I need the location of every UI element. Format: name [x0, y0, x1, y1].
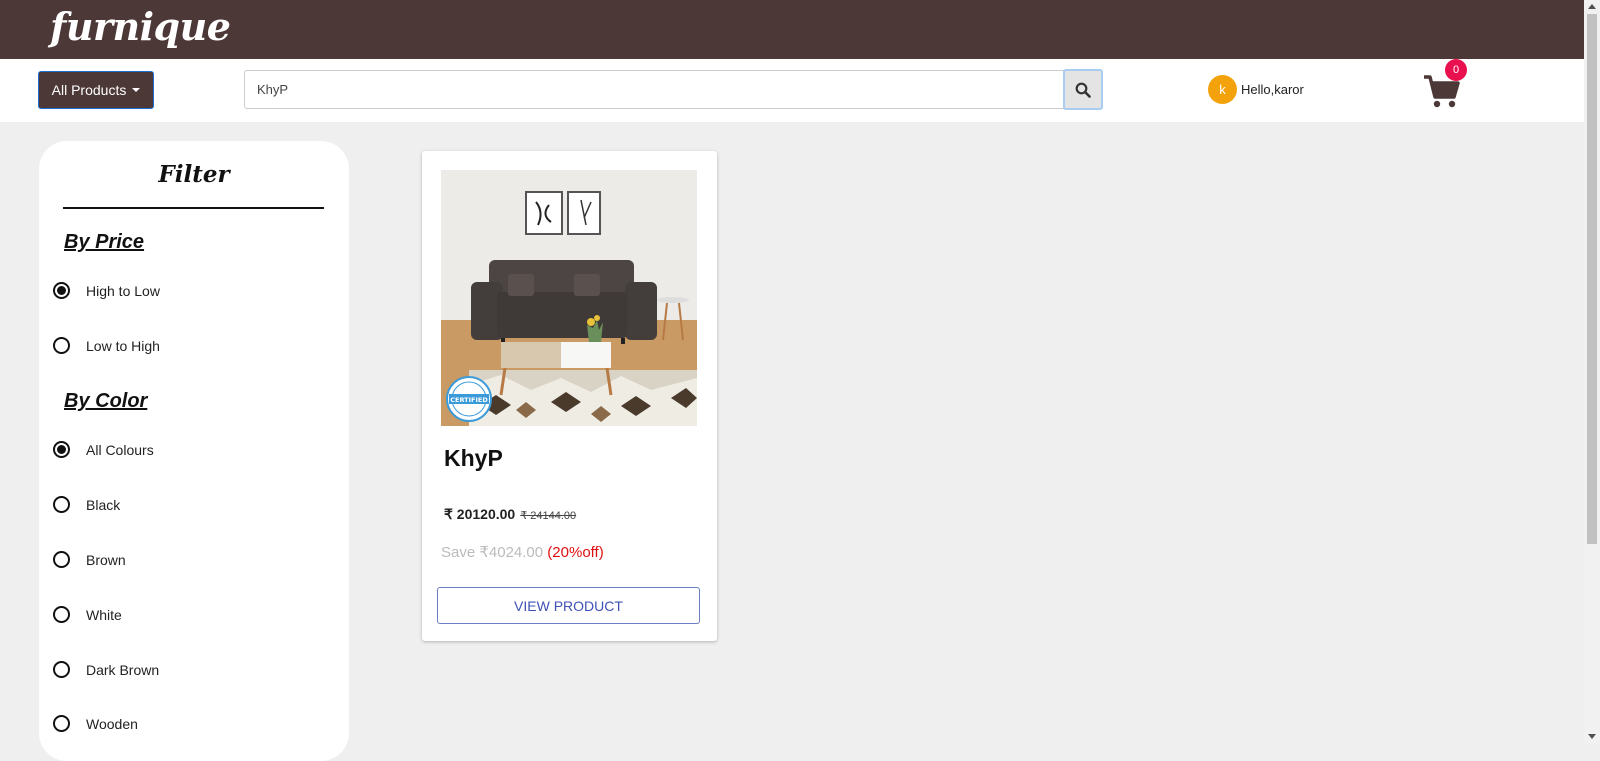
caret-down-icon	[132, 88, 141, 92]
brand-logo[interactable]: furnique	[50, 4, 231, 49]
divider	[63, 207, 324, 209]
all-products-label: All Products	[51, 82, 127, 98]
savings-amount: Save ₹4024.00	[441, 544, 544, 561]
filter-title: Filter	[158, 161, 230, 188]
discount-percent: (20%off)	[547, 544, 604, 561]
product-price: ₹ 20120.00	[444, 506, 516, 522]
radio-button[interactable]	[53, 661, 70, 678]
price-heading: By Price	[64, 231, 145, 253]
radio-label: Low to High	[86, 337, 160, 354]
price-row: ₹ 20120.00 ₹ 24144.00	[444, 506, 576, 523]
radio-button[interactable]	[53, 496, 70, 513]
color-option-all[interactable]: All Colours	[53, 441, 154, 458]
color-option-dark-brown[interactable]: Dark Brown	[53, 661, 159, 678]
cart-count-badge: 0	[1445, 59, 1467, 81]
radio-label: High to Low	[86, 282, 160, 299]
view-product-button[interactable]: VIEW PRODUCT	[437, 587, 700, 624]
top-bar: furnique	[0, 0, 1584, 59]
color-option-wooden[interactable]: Wooden	[53, 715, 138, 732]
radio-label: Wooden	[86, 715, 138, 732]
radio-label: Black	[86, 496, 121, 513]
color-option-black[interactable]: Black	[53, 496, 120, 513]
radio-label: White	[86, 606, 122, 623]
scrollbar-thumb[interactable]	[1587, 14, 1597, 544]
product-name[interactable]: KhyP	[444, 445, 503, 472]
color-heading: By Color	[64, 390, 148, 412]
radio-button[interactable]	[53, 337, 70, 354]
price-option-high-to-low[interactable]: High to Low	[53, 282, 160, 299]
radio-button[interactable]	[53, 715, 70, 732]
radio-button[interactable]	[53, 282, 70, 299]
toolbar: All Products k Hello,karor	[0, 59, 1584, 122]
radio-label: Dark Brown	[86, 661, 160, 678]
product-card: CERTIFIED KhyP ₹ 20120.00 ₹ 24144.00 Sav…	[422, 151, 717, 641]
radio-button[interactable]	[53, 551, 70, 568]
color-option-white[interactable]: White	[53, 606, 122, 623]
user-greeting: Hello,karor	[1241, 82, 1304, 97]
color-option-brown[interactable]: Brown	[53, 551, 126, 568]
certified-badge-text: CERTIFIED	[450, 396, 488, 404]
user-menu[interactable]: k Hello,karor	[1208, 75, 1304, 104]
filter-panel: Filter By Price High to Low Low to High …	[39, 141, 349, 761]
scroll-up-arrow-icon[interactable]	[1588, 4, 1596, 9]
all-products-dropdown[interactable]: All Products	[38, 71, 154, 109]
scroll-down-arrow-icon[interactable]	[1588, 734, 1596, 739]
radio-label: Brown	[86, 551, 126, 568]
avatar: k	[1208, 75, 1237, 104]
sofa-image: CERTIFIED	[441, 170, 697, 426]
search-icon	[1075, 82, 1091, 98]
savings-row: Save ₹4024.00 (20%off)	[441, 543, 604, 561]
search-button[interactable]	[1063, 69, 1103, 110]
product-image[interactable]: CERTIFIED	[441, 170, 697, 426]
product-mrp: ₹ 24144.00	[520, 510, 577, 522]
search-input[interactable]	[245, 71, 1063, 108]
radio-label: All Colours	[86, 441, 154, 458]
radio-button[interactable]	[53, 441, 70, 458]
radio-button[interactable]	[53, 606, 70, 623]
price-option-low-to-high[interactable]: Low to High	[53, 337, 160, 354]
search-box	[244, 70, 1064, 109]
